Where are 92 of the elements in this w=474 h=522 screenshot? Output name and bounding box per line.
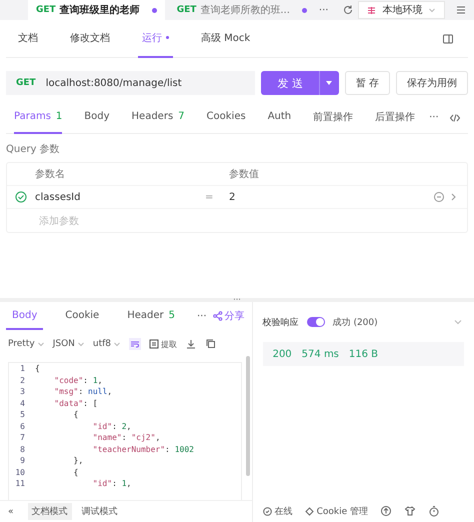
params-tab[interactable]: Cookies [206,102,246,134]
save-as-case-button[interactable]: 保存为用例 [396,71,468,95]
column-header: 参数名 [35,169,65,180]
code-line: "teacherNumber": 1002 [92,444,194,454]
format-select[interactable]: Pretty [8,339,45,349]
menu-icon[interactable] [455,4,468,16]
line-number: 7 [19,433,26,442]
line-number: 9 [19,456,26,466]
params-tab[interactable]: Body [84,102,110,134]
response-tab[interactable]: Cookie [59,302,106,330]
shirt-icon[interactable] [404,505,416,517]
line-number: 1 [19,364,26,374]
response-stat: 116 B [348,348,378,360]
extract-button[interactable]: 提取 [149,338,178,350]
online-status[interactable]: 在线 [262,504,293,518]
upload-icon[interactable] [380,505,392,517]
param-name[interactable]: classesId [35,192,80,202]
chevron-down-icon [428,6,436,14]
scrollbar[interactable] [246,356,250,476]
more-button[interactable]: ··· [429,112,439,123]
environment-select[interactable]: 本地环境 [358,1,446,19]
code-line: "code": 1, [53,376,102,385]
check-circle-icon[interactable] [15,191,27,203]
line-number: 2 [19,376,26,385]
url-field[interactable]: GET localhost:8080/manage/list [6,71,256,95]
validation-label: 校验响应 [262,316,299,328]
code-line: "msg": null, [53,387,112,396]
response-stat: 574 ms [302,348,339,360]
send-button[interactable]: 发 送 [261,71,339,95]
chevron-down-icon [113,340,122,348]
code-line: }, [72,456,84,466]
more-tabs-button[interactable]: ··· [318,4,328,16]
modified-dot [166,36,169,39]
chevron-down-icon [76,340,85,348]
wrap-icon[interactable] [129,338,142,350]
environment-icon [367,6,376,14]
line-number: 10 [14,468,26,477]
line-number: 8 [19,444,26,454]
save-button[interactable]: 暂 存 [344,71,390,95]
params-tab[interactable]: Params 1 [14,102,62,134]
view-tab[interactable]: 高级 Mock [197,20,254,58]
code-line: { [35,364,40,374]
column-header: 参数值 [229,169,259,180]
validation-toggle[interactable] [306,317,325,327]
params-tab[interactable]: Auth [268,102,292,134]
format-select[interactable]: utf8 [92,339,122,349]
code-line: { [72,410,78,420]
code-line: "id": 2, [92,422,132,431]
timer-icon[interactable] [428,505,440,517]
share-link[interactable]: 分享 [212,309,245,323]
splitter-handle[interactable]: ··· [0,298,474,302]
copy-icon[interactable] [205,338,218,350]
format-select[interactable]: JSON [52,339,85,349]
code-line: "id": 1, [92,479,132,488]
params-tab[interactable]: 后置操作 [375,102,416,134]
sidebar-toggle-icon[interactable] [442,32,454,44]
code-line: "name": "cj2", [92,433,160,442]
request-tab[interactable]: GET 查询班级里的老师 [28,0,165,20]
caret-icon [326,81,332,85]
collapse-button[interactable]: « [8,506,14,516]
result-status: 成功 (200) [332,316,378,328]
code-line: "data": [ [53,398,98,408]
param-value[interactable]: 2 [229,192,236,202]
response-tab[interactable]: Body [6,302,44,330]
response-tab[interactable]: Header 5 [121,302,181,330]
params-tab[interactable]: 前置操作 [313,102,354,134]
check-circle-icon [262,506,272,516]
minus-circle-icon[interactable] [433,191,445,203]
line-number: 3 [19,387,26,396]
cookie-manager-button[interactable]: Cookie 管理 [304,504,368,518]
line-number: 4 [19,398,26,408]
mode-tab[interactable]: 调试模式 [78,503,122,520]
refresh-icon[interactable] [342,4,354,16]
mode-tab[interactable]: 文档模式 [28,503,72,520]
view-tab[interactable]: 修改文档 [66,20,114,58]
response-stat: 200 [272,348,292,360]
code-line: { [72,468,78,477]
share-icon [212,311,223,321]
more-button[interactable]: ··· [197,310,207,322]
params-tab[interactable]: Headers 7 [132,102,185,134]
download-icon[interactable] [185,338,198,350]
line-number: 5 [19,410,26,420]
line-number: 11 [14,479,26,488]
diamond-icon [304,506,314,516]
line-number: 6 [19,422,26,431]
view-tab[interactable]: 文档 [14,20,42,58]
chevron-down-icon [36,340,45,348]
equals-sign: = [205,192,214,202]
view-tab[interactable]: 运行 [138,20,173,58]
section-title: Query 参数 [6,144,60,155]
extract-icon [149,339,160,349]
code-icon[interactable] [448,112,461,124]
